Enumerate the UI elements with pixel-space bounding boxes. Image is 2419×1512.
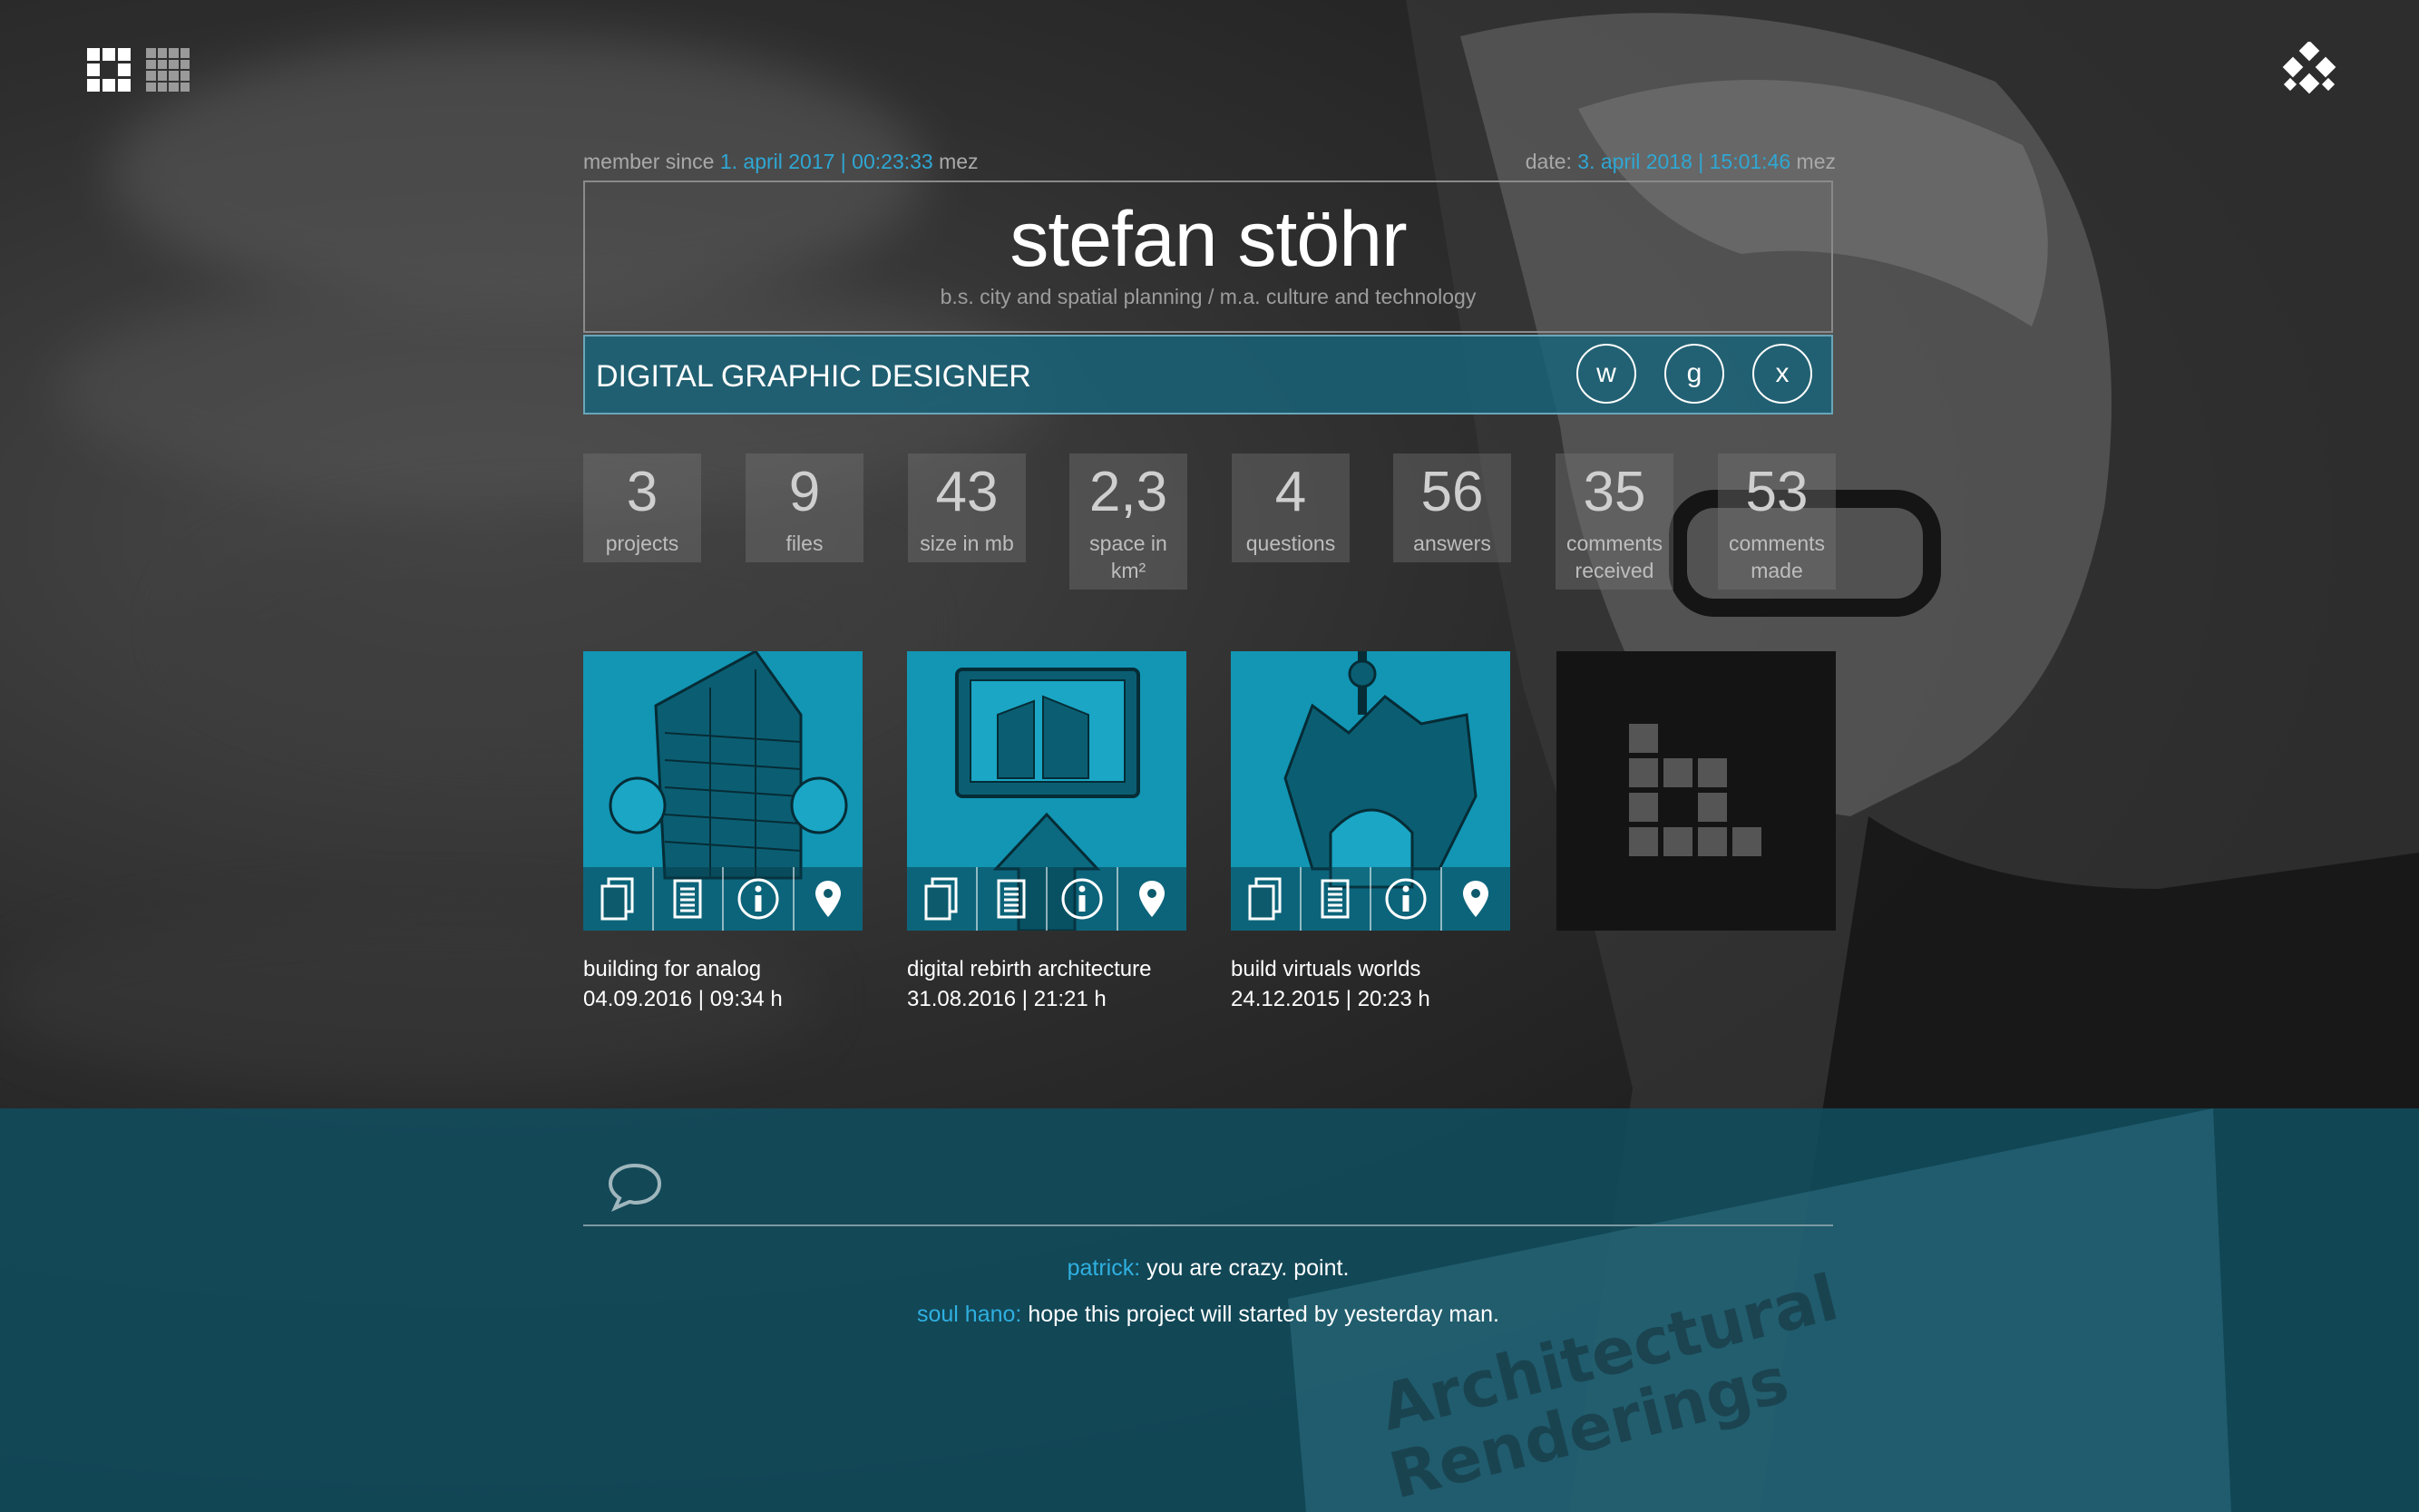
document-icon[interactable] — [978, 867, 1048, 931]
project-date: 24.12.2015 | 20:23 h — [1231, 987, 1430, 1011]
stat-questions: 4 questions — [1232, 454, 1350, 562]
stat-value: 9 — [746, 454, 863, 528]
stat-value: 56 — [1393, 454, 1511, 528]
document-icon[interactable] — [1302, 867, 1371, 931]
profile-role: DIGITAL GRAPHIC DESIGNER — [596, 359, 1031, 394]
profile-name: stefan stöhr — [1010, 196, 1407, 283]
date-value: 3. april 2018 | 15:01:46 — [1577, 150, 1791, 173]
comment-author[interactable]: patrick: — [1068, 1255, 1141, 1281]
stat-label: comments made — [1718, 528, 1836, 590]
comment-item: soul hano: hope this project will starte… — [583, 1302, 1833, 1328]
tile-action-bar — [583, 867, 863, 931]
location-pin-icon[interactable] — [1442, 867, 1511, 931]
stat-value: 3 — [583, 454, 701, 528]
stat-space: 2,3 space in km² — [1069, 454, 1187, 590]
comment-text: hope this project will started by yester… — [1028, 1302, 1500, 1327]
small-grid-icon[interactable] — [146, 48, 190, 92]
stat-label: questions — [1232, 528, 1350, 562]
tile-action-bar — [907, 867, 1186, 931]
profile-degree: b.s. city and spatial planning / m.a. cu… — [940, 285, 1477, 308]
location-pin-icon[interactable] — [795, 867, 863, 931]
info-icon[interactable] — [1371, 867, 1442, 931]
stat-projects: 3 projects — [583, 454, 701, 562]
copy-icon[interactable] — [907, 867, 978, 931]
member-since-tz: mez — [939, 150, 979, 173]
stat-label: space in km² — [1069, 528, 1187, 590]
date-tz: mez — [1796, 150, 1836, 173]
project-title[interactable]: build virtuals worlds — [1231, 957, 1420, 982]
project-tile[interactable] — [583, 651, 863, 931]
stat-label: comments received — [1556, 528, 1673, 590]
stat-value: 2,3 — [1069, 454, 1187, 528]
stat-value: 35 — [1556, 454, 1673, 528]
project-date: 31.08.2016 | 21:21 h — [907, 987, 1107, 1011]
large-grid-icon[interactable] — [87, 48, 131, 92]
info-icon[interactable] — [1048, 867, 1118, 931]
stat-value: 53 — [1718, 454, 1836, 528]
social-button-x[interactable]: x — [1752, 344, 1812, 404]
stat-comments-made: 53 comments made — [1718, 454, 1836, 590]
stat-files: 9 files — [746, 454, 863, 562]
project-date: 04.09.2016 | 09:34 h — [583, 987, 783, 1011]
social-button-g[interactable]: g — [1664, 344, 1724, 404]
stat-label: projects — [583, 528, 701, 562]
current-date: date: 3. april 2018 | 15:01:46 mez — [1526, 150, 1836, 174]
speech-bubble-icon[interactable] — [606, 1161, 664, 1212]
project-title[interactable]: building for analog — [583, 957, 761, 982]
social-button-w[interactable]: w — [1576, 344, 1636, 404]
member-since-label: member since — [583, 150, 715, 173]
info-icon[interactable] — [724, 867, 795, 931]
project-tile[interactable] — [1231, 651, 1510, 931]
stat-size: 43 size in mb — [908, 454, 1026, 562]
member-since-value: 1. april 2017 | 00:23:33 — [719, 150, 933, 173]
stat-value: 43 — [908, 454, 1026, 528]
close-diamond-icon[interactable] — [2280, 42, 2338, 100]
tile-action-bar — [1231, 867, 1510, 931]
stat-label: size in mb — [908, 528, 1026, 562]
member-since: member since 1. april 2017 | 00:23:33 me… — [583, 150, 979, 174]
stat-value: 4 — [1232, 454, 1350, 528]
document-icon[interactable] — [654, 867, 724, 931]
stat-comments-received: 35 comments received — [1556, 454, 1673, 590]
comment-text: you are crazy. point. — [1146, 1255, 1350, 1281]
location-pin-icon[interactable] — [1118, 867, 1187, 931]
date-label: date: — [1525, 150, 1572, 173]
stat-label: answers — [1393, 528, 1511, 562]
project-title[interactable]: digital rebirth architecture — [907, 957, 1151, 982]
copy-icon[interactable] — [1231, 867, 1302, 931]
comment-item: patrick: you are crazy. point. — [583, 1255, 1833, 1282]
add-project-tile[interactable] — [1556, 651, 1836, 931]
comment-author[interactable]: soul hano: — [917, 1302, 1021, 1327]
add-project-icon — [1629, 724, 1761, 856]
project-tile[interactable] — [907, 651, 1186, 931]
stat-label: files — [746, 528, 863, 562]
stat-answers: 56 answers — [1393, 454, 1511, 562]
comments-divider — [583, 1224, 1833, 1226]
copy-icon[interactable] — [583, 867, 654, 931]
